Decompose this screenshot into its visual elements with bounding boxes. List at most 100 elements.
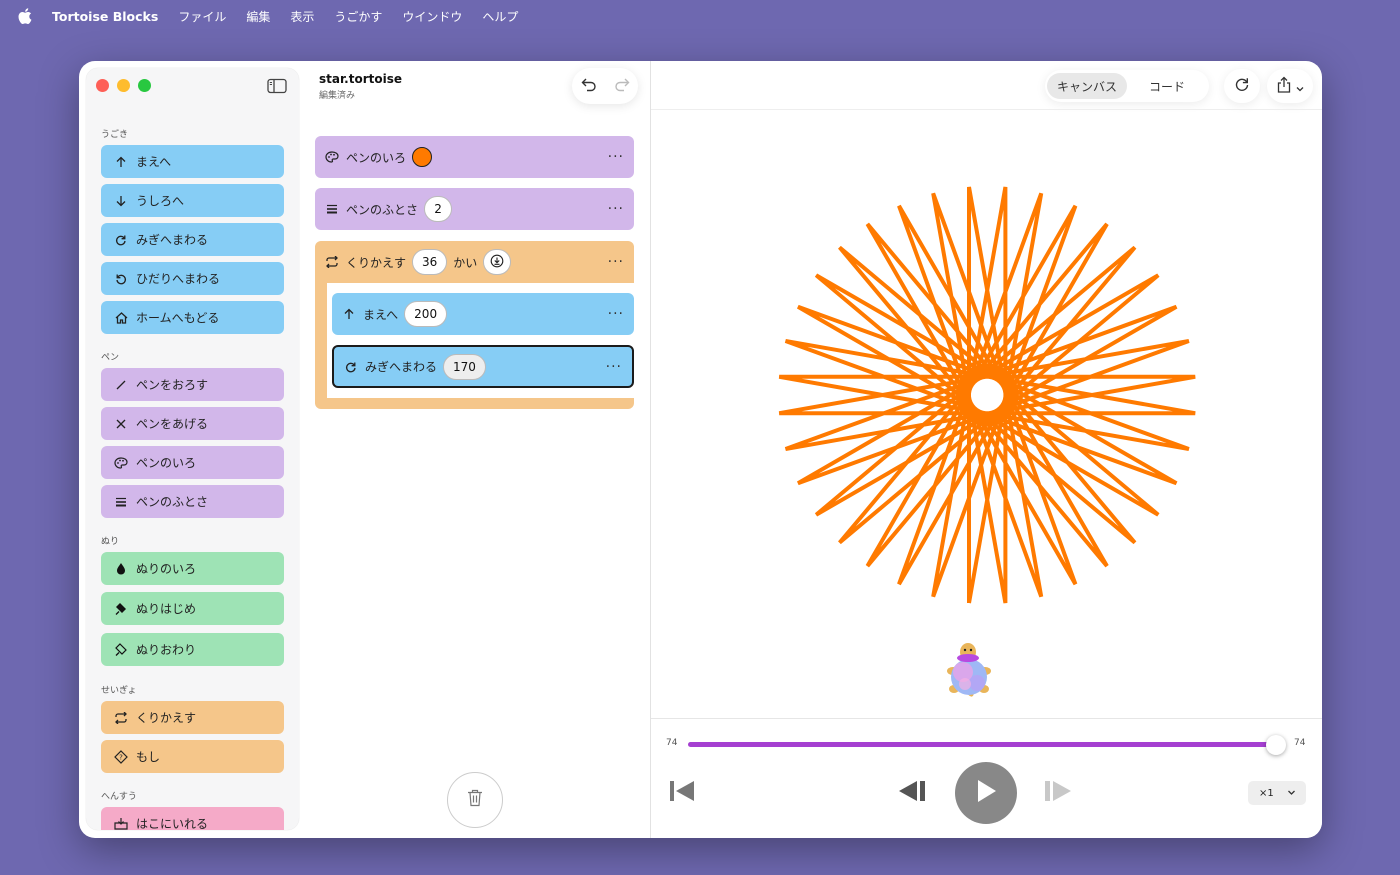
redo-icon[interactable]: [614, 77, 630, 96]
pencil-off-icon: [113, 416, 129, 432]
palette-block-label: はこにいれる: [136, 817, 209, 830]
rotate-left-icon: [113, 271, 129, 287]
block-more-icon[interactable]: ···: [606, 359, 622, 375]
palette-block-pen-width[interactable]: ペンのふとさ: [101, 485, 284, 518]
menu-bar: Tortoise Blocks ファイル 編集 表示 うごかす ウインドウ ヘル…: [0, 0, 1400, 32]
arrow-up-icon: [113, 154, 129, 170]
block-more-icon[interactable]: ···: [608, 254, 624, 270]
menu-view[interactable]: 表示: [290, 8, 314, 25]
palette-icon: [113, 455, 129, 471]
palette-block-label: ぬりのいろ: [136, 562, 197, 576]
step-forward-button[interactable]: [1042, 781, 1074, 805]
speed-select[interactable]: ×1: [1248, 781, 1306, 805]
program-block-turn-right-selected[interactable]: みぎへまわる 170 ···: [332, 345, 634, 388]
view-mode-segmented-control: キャンバス コード: [1045, 70, 1209, 102]
menu-edit[interactable]: 編集: [246, 8, 270, 25]
trash-drop-zone[interactable]: [447, 772, 503, 828]
palette-block-turn-left[interactable]: ひだりへまわる: [101, 262, 284, 295]
program-block-pen-color[interactable]: ペンのいろ ···: [315, 136, 634, 178]
step-slider-thumb[interactable]: [1266, 735, 1286, 755]
pen-color-swatch[interactable]: [412, 147, 433, 167]
undo-redo-group: [572, 68, 638, 104]
palette-block-backward[interactable]: うしろへ: [101, 184, 284, 217]
menu-window[interactable]: ウインドウ: [402, 8, 462, 25]
rotate-right-icon: [113, 232, 129, 248]
palette-block-label: ホームへもどる: [136, 311, 220, 325]
step-current-label: 74: [666, 738, 678, 748]
reset-button[interactable]: [1224, 69, 1260, 103]
palette-block-set-variable[interactable]: はこにいれる: [101, 807, 284, 830]
tab-canvas[interactable]: キャンバス: [1047, 73, 1127, 99]
app-window: うごき まえへ うしろへ みぎへまわる ひだりへまわる ホームへもどる ペン ペ…: [79, 61, 1322, 838]
palette-block-label: ペンのふとさ: [136, 495, 209, 509]
menu-file[interactable]: ファイル: [178, 8, 226, 25]
menu-run[interactable]: うごかす: [334, 8, 382, 25]
turn-angle-input[interactable]: 170: [443, 353, 486, 380]
zoom-window-button[interactable]: [138, 79, 151, 92]
speed-value: ×1: [1259, 787, 1274, 799]
palette-block-label: うしろへ: [136, 194, 185, 208]
window-controls: [96, 79, 151, 92]
palette-block-label: まえへ: [136, 155, 172, 169]
menu-help[interactable]: ヘルプ: [482, 8, 518, 25]
palette-block-repeat[interactable]: くりかえす: [101, 701, 284, 734]
sidebar-toggle-icon[interactable]: [267, 78, 287, 94]
palette-block-pen-up[interactable]: ペンをあげる: [101, 407, 284, 440]
palette-block-label: くりかえす: [136, 711, 197, 725]
block-more-icon[interactable]: ···: [608, 149, 624, 165]
step-slider-track[interactable]: [688, 742, 1278, 747]
palette-block-forward[interactable]: まえへ: [101, 145, 284, 178]
drawn-star-stroke: [778, 186, 1196, 604]
repeat-variable-button[interactable]: [483, 249, 512, 275]
palette-block-label: ペンのいろ: [136, 456, 197, 470]
close-window-button[interactable]: [96, 79, 109, 92]
pen-width-value-input[interactable]: 2: [424, 196, 453, 222]
block-more-icon[interactable]: ···: [608, 306, 624, 322]
rotate-right-icon: [343, 359, 359, 375]
palette-block-fill-end[interactable]: ぬりおわり: [101, 633, 284, 666]
palette-block-label: ペンをあげる: [136, 417, 209, 431]
program-block-label: みぎへまわる: [365, 360, 438, 374]
diamond-question-icon: ?: [113, 749, 129, 765]
apple-menu-icon[interactable]: [18, 0, 38, 32]
line-weight-icon: [113, 494, 129, 510]
arrow-up-icon: [341, 306, 357, 322]
play-button[interactable]: [955, 762, 1017, 824]
palette-block-fill-begin[interactable]: ぬりはじめ: [101, 592, 284, 625]
repeat-count-input[interactable]: 36: [412, 249, 448, 275]
forward-distance-input[interactable]: 200: [404, 301, 448, 327]
drawing-canvas[interactable]: [651, 110, 1322, 718]
palette-block-turn-right[interactable]: みぎへまわる: [101, 223, 284, 256]
drop-icon: [113, 561, 129, 577]
section-label-fill: ぬり: [101, 537, 120, 547]
program-block-forward[interactable]: まえへ 200 ···: [332, 293, 634, 335]
pencil-icon: [113, 377, 129, 393]
palette-block-label: ひだりへまわる: [136, 272, 221, 286]
skip-back-icon: [668, 780, 696, 806]
palette-block-pen-color[interactable]: ペンのいろ: [101, 446, 284, 479]
undo-icon[interactable]: [581, 77, 597, 96]
skip-to-start-button[interactable]: [668, 781, 696, 805]
block-more-icon[interactable]: ···: [608, 201, 624, 217]
playback-controls: 74 74 ×1: [651, 718, 1322, 838]
minimize-window-button[interactable]: [117, 79, 130, 92]
palette-block-fill-color[interactable]: ぬりのいろ: [101, 552, 284, 585]
palette-block-label: みぎへまわる: [136, 233, 209, 247]
file-status: 編集済み: [319, 91, 356, 101]
program-block-pen-width[interactable]: ペンのふとさ 2 ···: [315, 188, 634, 230]
palette-block-label: ぬりはじめ: [136, 602, 197, 616]
palette-block-pen-down[interactable]: ペンをおろす: [101, 368, 284, 401]
tab-code[interactable]: コード: [1127, 73, 1207, 99]
step-back-button[interactable]: [898, 781, 930, 805]
repeat-icon: [324, 254, 340, 270]
palette-block-home[interactable]: ホームへもどる: [101, 301, 284, 334]
star-path: [778, 186, 1196, 604]
file-name: star.tortoise: [319, 72, 403, 86]
menu-app-name[interactable]: Tortoise Blocks: [52, 9, 158, 24]
palette-block-if[interactable]: ? もし: [101, 740, 284, 773]
canvas-pane: キャンバス コード 74 74 ×1: [651, 61, 1322, 838]
share-menu-button[interactable]: [1267, 69, 1313, 103]
trash-icon: [467, 789, 483, 811]
chevron-down-icon: [1287, 785, 1296, 802]
box-arrow-icon: [113, 816, 129, 831]
